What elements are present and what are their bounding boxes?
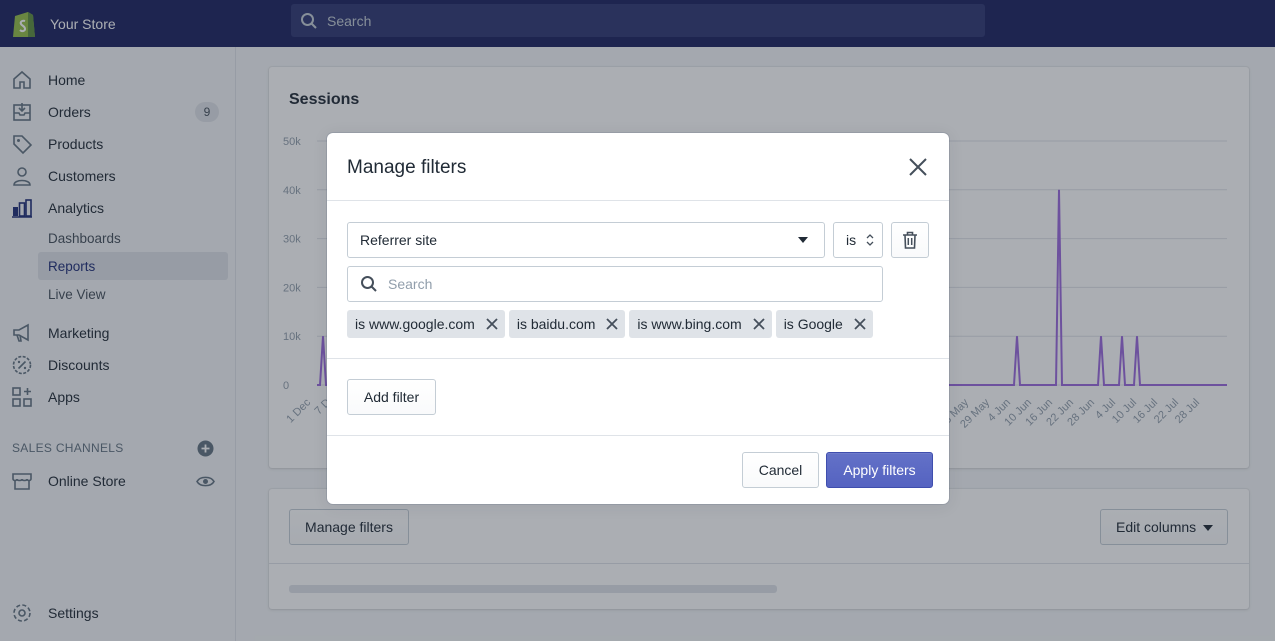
- filter-operator-value: is: [846, 232, 857, 248]
- select-arrows-icon: [866, 234, 874, 246]
- filter-tag: is www.google.com: [347, 310, 505, 338]
- cancel-button[interactable]: Cancel: [742, 452, 819, 488]
- filter-tags: is www.google.com is baidu.com is www.bi…: [347, 310, 873, 338]
- filter-tag: is Google: [775, 310, 873, 338]
- remove-tag-icon[interactable]: [752, 317, 766, 331]
- manage-filters-modal: Manage filters Referrer site is Search i…: [327, 133, 949, 504]
- filter-search-placeholder: Search: [388, 276, 433, 292]
- remove-tag-icon[interactable]: [853, 317, 867, 331]
- remove-tag-icon[interactable]: [485, 317, 499, 331]
- filter-tag-label: is www.bing.com: [637, 316, 742, 332]
- filter-field-value: Referrer site: [360, 232, 438, 248]
- filter-tag-label: is baidu.com: [516, 316, 596, 332]
- modal-header-divider: [327, 200, 949, 201]
- trash-icon: [903, 231, 917, 249]
- search-icon: [361, 276, 377, 292]
- delete-filter-button[interactable]: [891, 222, 929, 258]
- filter-tag: is www.bing.com: [629, 310, 772, 338]
- filter-tag-label: is www.google.com: [355, 316, 475, 332]
- remove-tag-icon[interactable]: [605, 317, 619, 331]
- modal-title: Manage filters: [347, 157, 467, 178]
- filter-tag-label: is Google: [783, 316, 843, 332]
- filter-operator-select[interactable]: is: [833, 222, 883, 258]
- filter-tag: is baidu.com: [508, 310, 626, 338]
- modal-footer-divider: [327, 435, 949, 436]
- filter-field-select[interactable]: Referrer site: [347, 222, 825, 258]
- caret-down-icon: [798, 237, 808, 243]
- apply-filters-button[interactable]: Apply filters: [826, 452, 933, 488]
- add-filter-button[interactable]: Add filter: [347, 379, 436, 415]
- close-icon[interactable]: [907, 156, 929, 178]
- filter-search-input[interactable]: Search: [347, 266, 883, 302]
- modal-section-divider: [327, 358, 949, 359]
